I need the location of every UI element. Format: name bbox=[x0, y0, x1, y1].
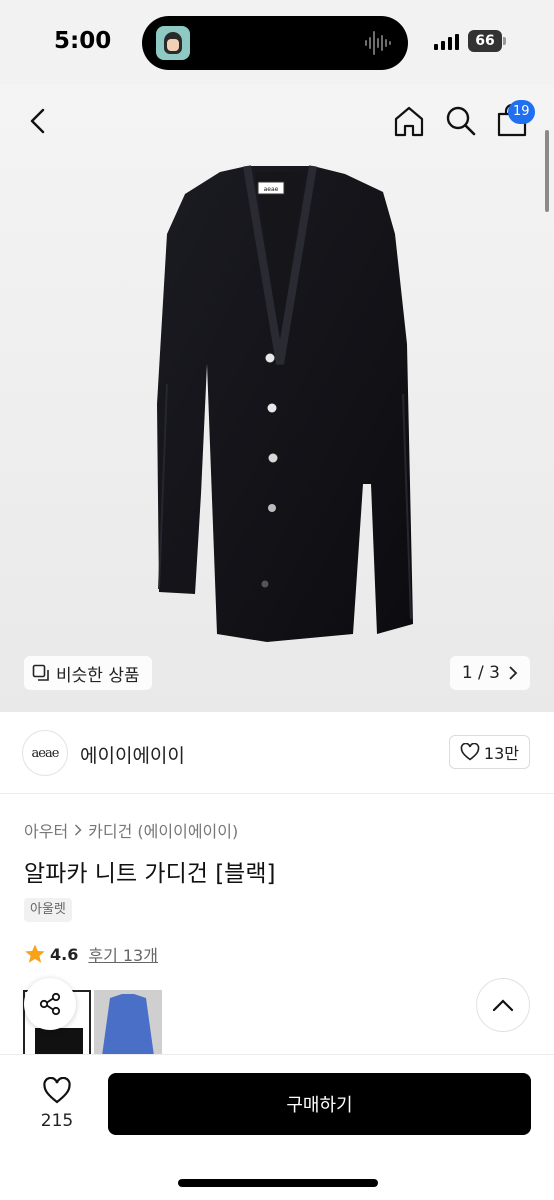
review-link[interactable]: 후기 13개 bbox=[88, 942, 158, 966]
brand-logo[interactable]: aeae bbox=[22, 730, 68, 776]
battery-level: 66 bbox=[468, 30, 502, 52]
breadcrumb-category[interactable]: 아우터 bbox=[24, 818, 68, 842]
scroll-top-button[interactable] bbox=[476, 978, 530, 1032]
similar-products-button[interactable]: 비슷한 상품 bbox=[24, 656, 152, 690]
breadcrumb-chevron-icon bbox=[74, 821, 82, 840]
breadcrumb-subcategory[interactable]: 카디건 (에이이에이이) bbox=[88, 818, 238, 842]
scroll-indicator bbox=[545, 130, 549, 212]
cart-count-badge: 19 bbox=[508, 100, 535, 124]
back-icon[interactable] bbox=[24, 106, 54, 136]
battery-icon bbox=[503, 37, 506, 45]
chevron-up-icon bbox=[492, 999, 514, 1012]
chevron-right-icon bbox=[509, 666, 518, 680]
outlet-tag: 아울렛 bbox=[24, 898, 72, 922]
product-gallery[interactable]: 19 aeae 비슷한 상품 1 / 3 bbox=[0, 84, 554, 712]
brand-like-button[interactable]: 13만 bbox=[448, 735, 530, 769]
bottom-action-bar: 215 구매하기 bbox=[0, 1054, 554, 1200]
product-image: aeae bbox=[157, 165, 413, 642]
brand-row[interactable]: aeae 에이이에이이 13만 bbox=[0, 712, 554, 794]
product-title: 알파카 니트 가디건 [블랙] bbox=[24, 861, 276, 887]
heart-icon bbox=[460, 743, 480, 761]
svg-text:aeae: aeae bbox=[264, 186, 279, 193]
status-bar: 5:00 66 bbox=[0, 0, 554, 84]
heart-icon bbox=[43, 1076, 71, 1104]
share-button[interactable] bbox=[24, 978, 76, 1030]
brand-name[interactable]: 에이이에이이 bbox=[80, 741, 185, 768]
now-playing-artwork bbox=[156, 26, 190, 60]
brand-like-count: 13만 bbox=[483, 744, 519, 763]
wishlist-count: 215 bbox=[40, 1111, 74, 1131]
dynamic-island bbox=[142, 16, 408, 70]
status-time: 5:00 bbox=[54, 28, 112, 54]
home-indicator bbox=[178, 1179, 378, 1187]
similar-products-label: 비슷한 상품 bbox=[56, 665, 140, 686]
similar-icon bbox=[32, 664, 49, 681]
rating-score: 4.6 bbox=[50, 944, 79, 964]
home-icon[interactable] bbox=[392, 104, 426, 138]
color-option-thumbnail[interactable] bbox=[94, 990, 162, 1056]
rating-row: 4.6 후기 13개 bbox=[24, 942, 158, 966]
breadcrumb: 아우터 카디건 (에이이에이이) bbox=[24, 818, 238, 842]
search-icon[interactable] bbox=[444, 104, 478, 138]
buy-button[interactable]: 구매하기 bbox=[108, 1073, 531, 1135]
wishlist-button[interactable]: 215 bbox=[30, 1076, 84, 1131]
gallery-pager[interactable]: 1 / 3 bbox=[449, 656, 530, 690]
cellular-signal-icon bbox=[434, 34, 459, 50]
audio-wave-icon bbox=[365, 31, 391, 55]
pager-text: 1 / 3 bbox=[461, 663, 500, 683]
star-icon bbox=[25, 944, 45, 963]
share-icon bbox=[39, 992, 61, 1016]
